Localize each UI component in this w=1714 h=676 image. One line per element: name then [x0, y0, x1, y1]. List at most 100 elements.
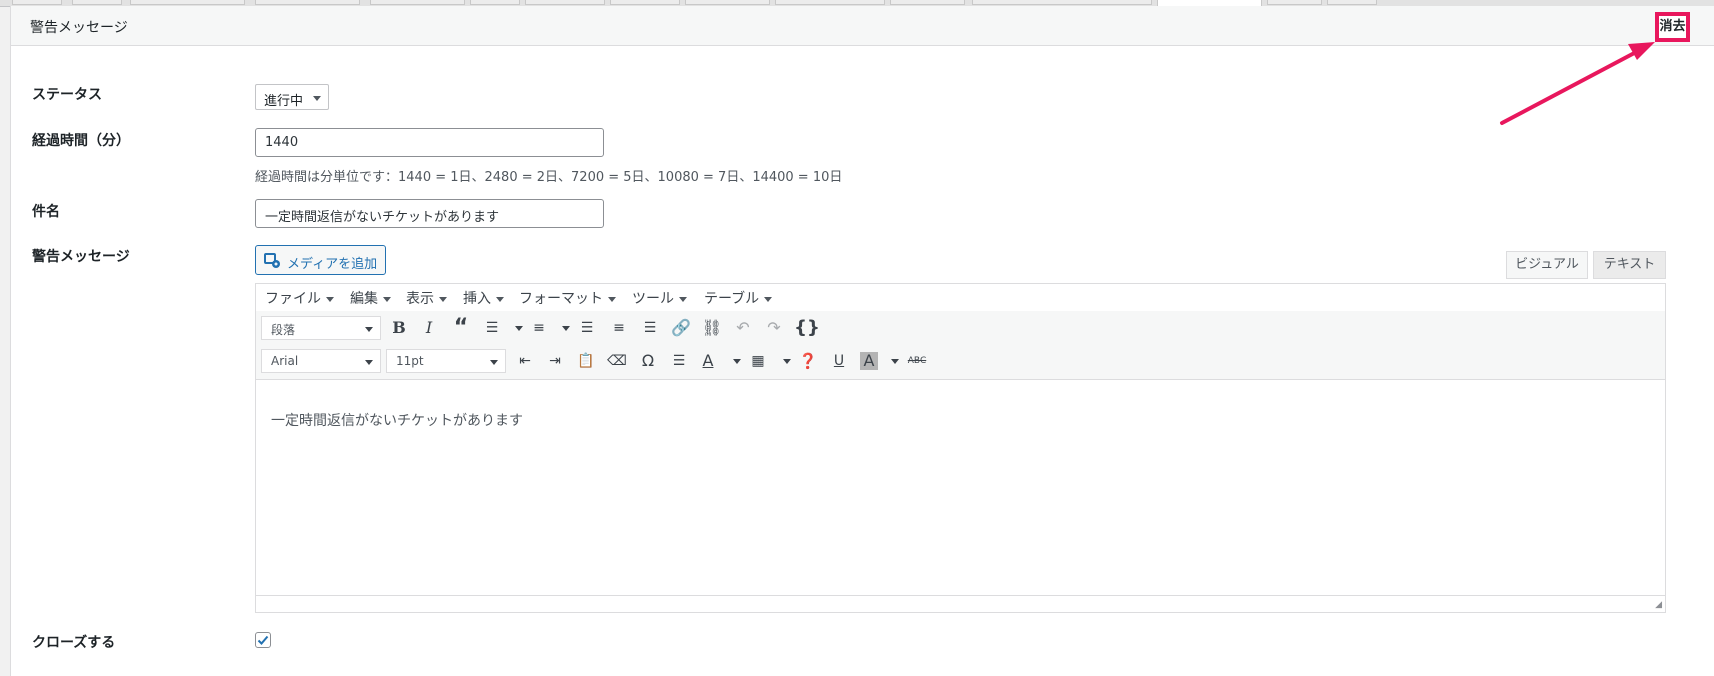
blockquote-icon[interactable]: “ [448, 315, 474, 341]
tab-stub[interactable] [12, 0, 62, 5]
resize-handle-icon[interactable]: ◢ [1655, 600, 1662, 610]
chevron-down-icon[interactable] [891, 359, 899, 364]
font-size-select[interactable]: 11pt [386, 349, 506, 373]
tab-stub[interactable] [685, 0, 770, 5]
chevron-down-icon[interactable] [562, 326, 570, 331]
chevron-down-icon[interactable] [515, 326, 523, 331]
special-character-icon[interactable]: Ω [635, 348, 661, 374]
chevron-down-icon [679, 296, 687, 302]
chevron-down-icon[interactable] [733, 359, 741, 364]
menu-file-label: ファイル [265, 291, 321, 307]
bold-icon[interactable]: B [386, 315, 412, 341]
message-label: 警告メッセージ [32, 249, 130, 265]
horizontal-line-icon[interactable]: ☰ [666, 348, 692, 374]
rich-text-editor: ファイル 編集 表示 挿入 フォーマット ツール テーブル 段落 B I “ ☰… [255, 283, 1666, 613]
link-icon[interactable]: 🔗 [668, 315, 694, 341]
close-checkbox[interactable] [255, 632, 271, 648]
tab-stub[interactable] [525, 0, 605, 5]
text-color-icon[interactable]: A [695, 348, 721, 374]
font-size-select-value: 11pt [396, 354, 424, 368]
menu-view-label: 表示 [406, 291, 434, 307]
chevron-down-icon [326, 296, 334, 302]
menu-format[interactable]: フォーマット [519, 288, 616, 308]
tab-stub[interactable] [470, 0, 520, 5]
tab-stub[interactable] [1267, 0, 1322, 5]
tab-stub[interactable] [255, 0, 360, 5]
chevron-down-icon [608, 296, 616, 302]
numbered-list-icon[interactable]: ≡ [526, 315, 552, 341]
menu-tools[interactable]: ツール [632, 288, 687, 308]
tab-stub[interactable] [1327, 0, 1377, 5]
paste-text-icon[interactable]: 📋 [573, 348, 599, 374]
outdent-icon[interactable]: ⇤ [512, 348, 538, 374]
editor-toolbar: 段落 B I “ ☰ ≡ ☰ ≡ ☰ 🔗 ⛓ ↶ ↷ {} Arial 11pt… [256, 311, 1665, 380]
chevron-down-icon [496, 296, 504, 302]
bullet-list-icon[interactable]: ☰ [479, 315, 505, 341]
chevron-down-icon [439, 296, 447, 302]
table-icon[interactable]: ▦ [745, 348, 771, 374]
delete-button[interactable]: 消去 [1655, 12, 1690, 42]
tab-stub[interactable] [72, 0, 122, 5]
subject-input-value: 一定時間返信がないチケットがあります [265, 210, 500, 225]
menu-insert-label: 挿入 [463, 291, 491, 307]
clear-formatting-icon[interactable]: ⌫ [604, 348, 630, 374]
subject-input[interactable]: 一定時間返信がないチケットがあります [255, 199, 604, 228]
tab-stub[interactable] [130, 0, 245, 5]
elapsed-label: 経過時間（分） [32, 133, 130, 149]
elapsed-input-value: 1440 [265, 135, 299, 150]
font-family-select[interactable]: Arial [261, 349, 381, 373]
menu-edit-label: 編集 [350, 291, 378, 307]
menu-file[interactable]: ファイル [265, 288, 334, 308]
checkmark-icon [257, 635, 269, 645]
tab-stub[interactable] [610, 0, 680, 5]
tab-stub[interactable] [890, 0, 965, 5]
code-block-icon[interactable]: {} [794, 315, 820, 341]
font-family-select-value: Arial [271, 354, 299, 368]
menu-table[interactable]: テーブル [704, 288, 773, 308]
menu-format-label: フォーマット [519, 291, 603, 307]
add-media-button[interactable]: メディアを追加 [255, 245, 386, 275]
editor-menubar: ファイル 編集 表示 挿入 フォーマット ツール テーブル [256, 284, 1665, 312]
menu-tools-label: ツール [632, 291, 674, 307]
italic-icon[interactable]: I [416, 315, 442, 341]
panel-header: 警告メッセージ 消去 [11, 6, 1714, 46]
editor-content-area[interactable]: 一定時間返信がないチケットがあります [256, 380, 1665, 580]
tab-stub[interactable] [972, 0, 1152, 5]
strikethrough-icon[interactable]: ABC [904, 348, 930, 374]
menu-edit[interactable]: 編集 [350, 288, 391, 308]
chevron-down-icon [764, 296, 773, 302]
unlink-icon[interactable]: ⛓ [699, 315, 725, 341]
elapsed-input[interactable]: 1440 [255, 128, 604, 157]
tab-stub[interactable] [370, 0, 465, 5]
chevron-down-icon [365, 327, 373, 332]
status-select[interactable]: 進行中 [255, 84, 329, 110]
tab-visual[interactable]: ビジュアル [1506, 251, 1588, 279]
align-center-icon[interactable]: ≡ [606, 315, 632, 341]
tab-stub[interactable] [775, 0, 885, 5]
indent-icon[interactable]: ⇥ [542, 348, 568, 374]
align-left-icon[interactable]: ☰ [574, 315, 600, 341]
editor-statusbar: ◢ [256, 595, 1665, 612]
chevron-down-icon [365, 360, 373, 365]
undo-icon[interactable]: ↶ [730, 315, 756, 341]
background-color-icon[interactable]: A [860, 352, 878, 370]
align-right-icon[interactable]: ☰ [637, 315, 663, 341]
menu-view[interactable]: 表示 [406, 288, 447, 308]
panel-title: 警告メッセージ [30, 20, 128, 36]
underline-icon[interactable]: U [826, 348, 852, 374]
chevron-down-icon [313, 96, 321, 101]
status-select-value: 進行中 [264, 94, 304, 109]
menu-table-label: テーブル [704, 291, 760, 307]
help-icon[interactable]: ❓ [795, 348, 821, 374]
editor-content-text[interactable]: 一定時間返信がないチケットがあります [271, 410, 523, 430]
menu-insert[interactable]: 挿入 [463, 288, 504, 308]
format-select[interactable]: 段落 [261, 316, 381, 340]
chevron-down-icon [383, 296, 391, 302]
close-label: クローズする [32, 635, 116, 651]
subject-label: 件名 [32, 204, 60, 220]
redo-icon[interactable]: ↷ [761, 315, 787, 341]
chevron-down-icon[interactable] [783, 359, 791, 364]
chevron-down-icon [490, 360, 498, 365]
add-media-label: メディアを追加 [287, 257, 378, 272]
tab-text[interactable]: テキスト [1593, 251, 1666, 279]
